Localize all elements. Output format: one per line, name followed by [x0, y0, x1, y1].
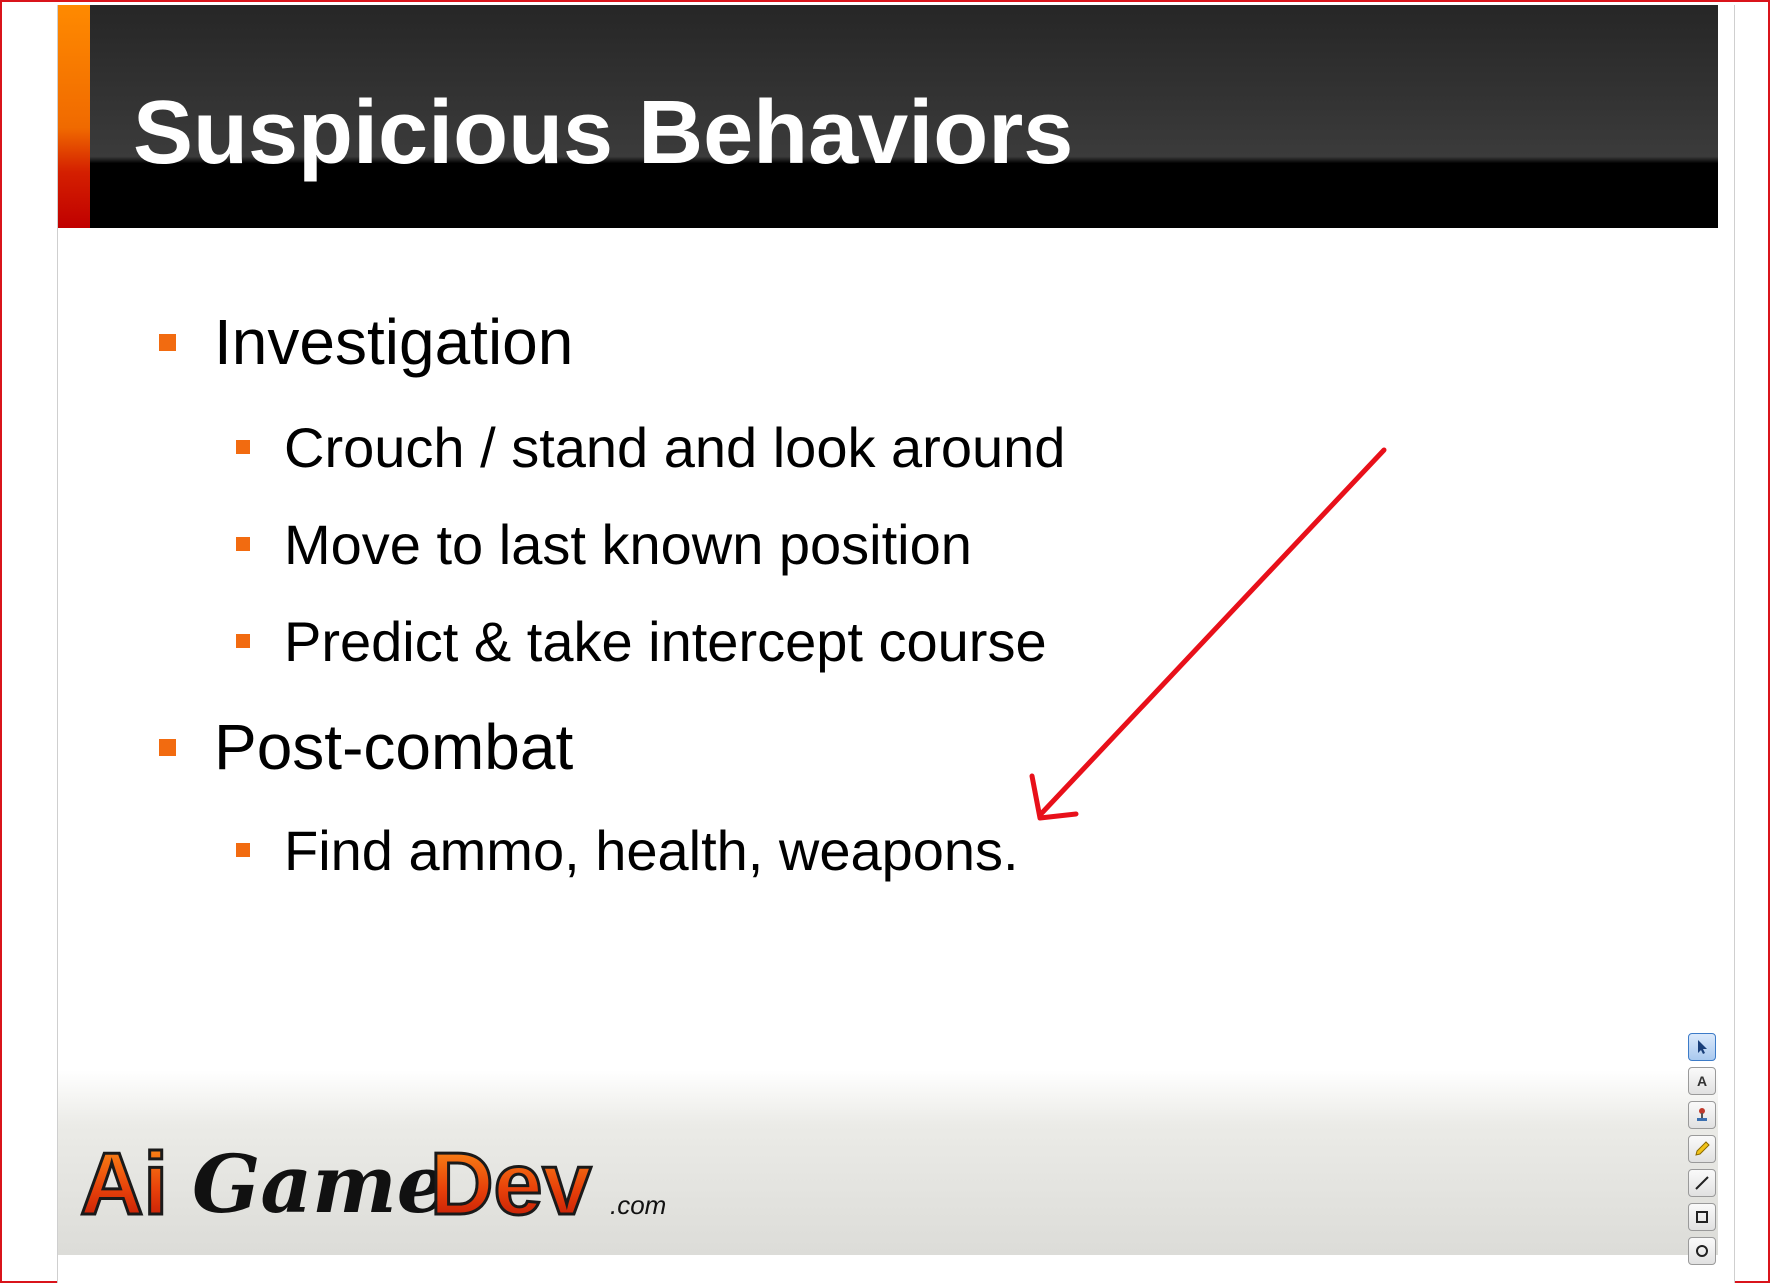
bullet-text: Post-combat: [214, 711, 574, 783]
stamp-icon: [1697, 1108, 1707, 1121]
ellipse-tool-button[interactable]: [1688, 1237, 1716, 1265]
bullet-text: Investigation: [214, 306, 574, 378]
bullet-text: Find ammo, health, weapons.: [284, 819, 1019, 882]
bullet-item: Crouch / stand and look around: [236, 416, 1066, 480]
aigamedev-logo: Ai Game Dev .com: [80, 1133, 666, 1235]
rectangle-icon: [1696, 1211, 1708, 1223]
bullet-marker: [236, 537, 250, 551]
rectangle-tool-button[interactable]: [1688, 1203, 1716, 1231]
logo-suffix: .com: [610, 1190, 666, 1220]
text-tool-button[interactable]: A: [1688, 1067, 1716, 1095]
bullet-text: Crouch / stand and look around: [284, 416, 1066, 479]
stamp-tool-button[interactable]: [1688, 1101, 1716, 1129]
bullet-item: Post-combat: [159, 711, 574, 783]
logo-ai: Ai: [80, 1134, 168, 1233]
bullet-marker: [236, 440, 250, 454]
pencil-icon: [1695, 1141, 1710, 1156]
line-tool-button[interactable]: [1688, 1169, 1716, 1197]
bullet-item: Investigation: [159, 306, 574, 378]
bullet-item: Predict & take intercept course: [236, 610, 1047, 674]
select-tool-button[interactable]: [1688, 1033, 1716, 1061]
bullet-marker: [236, 843, 250, 857]
bullet-item: Find ammo, health, weapons.: [236, 819, 1019, 883]
line-icon: [1695, 1176, 1709, 1190]
logo-dev: Dev: [430, 1134, 591, 1233]
bullet-text: Move to last known position: [284, 513, 972, 576]
bullet-marker: [159, 739, 176, 756]
logo-game: Game: [192, 1137, 448, 1231]
pencil-tool-button[interactable]: [1688, 1135, 1716, 1163]
ellipse-icon: [1696, 1245, 1708, 1257]
slide-footer: Ai Game Dev .com: [58, 1070, 1718, 1255]
select-icon: [1698, 1040, 1707, 1054]
bullet-item: Move to last known position: [236, 513, 972, 577]
text-icon: A: [1697, 1073, 1707, 1089]
bullet-text: Predict & take intercept course: [284, 610, 1047, 673]
slide: Suspicious Behaviors Investigation Crouc…: [57, 5, 1735, 1283]
bullet-marker: [236, 634, 250, 648]
annotation-toolbar: A: [1688, 1033, 1720, 1283]
svg-text:A: A: [1697, 1073, 1707, 1089]
bullet-marker: [159, 334, 176, 351]
